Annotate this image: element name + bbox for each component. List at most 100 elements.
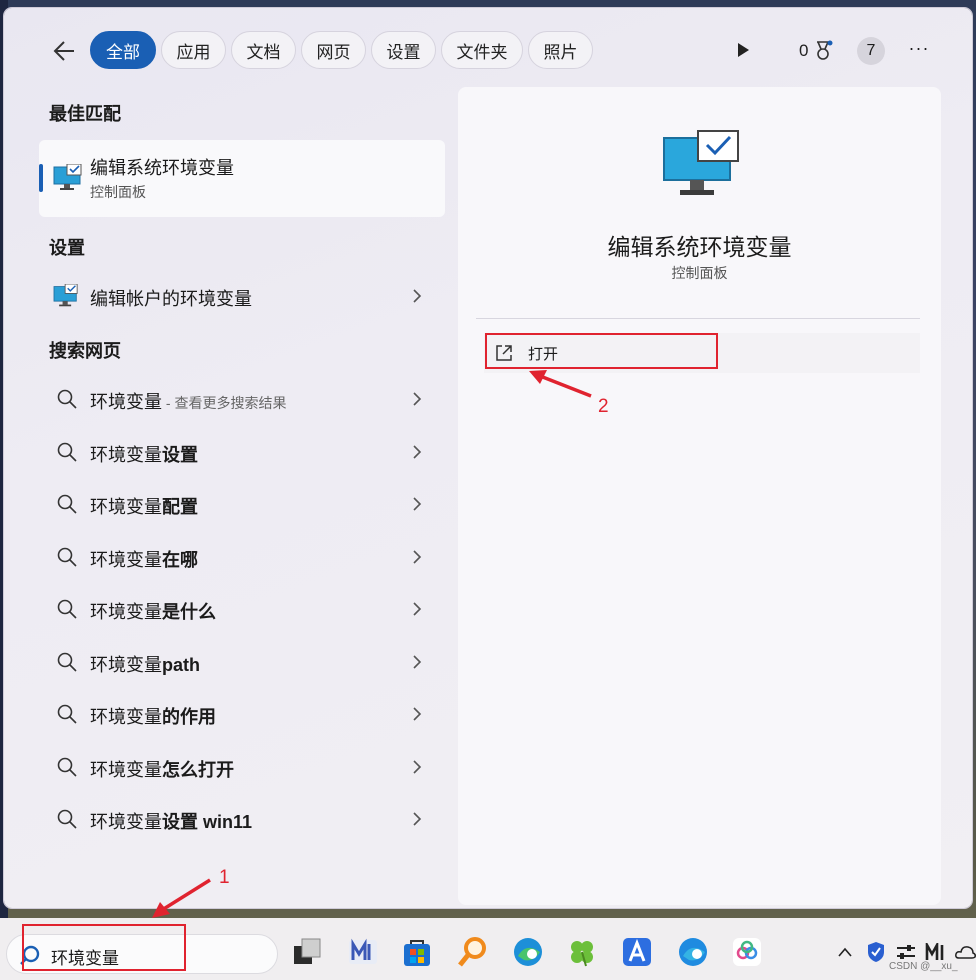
tab-settings[interactable]: 设置	[371, 31, 436, 69]
annotation-label-2: 2	[598, 396, 609, 417]
suggestion-query: 环境变量	[90, 392, 162, 412]
rewards-count: 0	[799, 41, 809, 60]
suggestion-query: 环境变量	[90, 760, 162, 780]
selection-indicator	[39, 164, 43, 192]
chevron-right-icon	[413, 760, 422, 774]
shield-icon[interactable]	[866, 941, 886, 963]
magnifier-app-icon[interactable]	[457, 936, 489, 968]
web-search-suggestion[interactable]: 环境变量设置 win11	[39, 797, 445, 841]
suggestion-completion: path	[162, 655, 200, 675]
start-search-panel: 全部 应用 文档 网页 设置 文件夹 照片 0 7 ··· 最佳匹配 编辑系统环…	[4, 8, 972, 908]
search-icon	[57, 704, 77, 724]
search-icon	[57, 494, 77, 514]
web-search-suggestion[interactable]: 环境变量怎么打开	[39, 745, 445, 789]
suggestion-completion: 配置	[162, 497, 198, 517]
tab-folders[interactable]: 文件夹	[441, 31, 523, 69]
search-icon	[57, 599, 77, 619]
web-search-suggestion-label: 环境变量设置	[90, 441, 198, 467]
search-icon	[57, 809, 77, 829]
settings-heading: 设置	[49, 238, 85, 258]
web-search-suggestion[interactable]: 环境变量的作用	[39, 692, 445, 736]
web-search-suggestion-label: 环境变量path	[90, 651, 200, 677]
suggestion-completion: 是什么	[162, 602, 216, 622]
back-arrow-icon[interactable]	[50, 36, 80, 66]
tab-photos[interactable]: 照片	[528, 31, 593, 69]
suggestion-hint: - 查看更多搜索结果	[162, 395, 287, 411]
web-search-suggestion-label: 环境变量配置	[90, 493, 198, 519]
m-tray-icon[interactable]	[925, 943, 947, 961]
tab-web[interactable]: 网页	[301, 31, 366, 69]
suggestion-completion: 怎么打开	[162, 760, 234, 780]
web-search-suggestion-label: 环境变量在哪	[90, 546, 198, 572]
edge-dev-browser-icon[interactable]	[677, 936, 709, 968]
suggestion-query: 环境变量	[90, 497, 162, 517]
more-options-button[interactable]: ···	[907, 38, 931, 62]
web-search-suggestion[interactable]: 环境变量path	[39, 640, 445, 684]
web-search-suggestion-label: 环境变量是什么	[90, 598, 216, 624]
chevron-up-icon[interactable]	[837, 946, 853, 958]
account-badge[interactable]: 7	[857, 37, 885, 65]
suggestion-completion: 设置 win11	[162, 812, 253, 832]
chevron-right-icon	[413, 289, 422, 303]
best-match-heading: 最佳匹配	[49, 104, 121, 124]
m-app-icon[interactable]	[347, 936, 379, 968]
web-search-suggestion-label: 环境变量的作用	[90, 703, 216, 729]
suggestion-query: 环境变量	[90, 707, 162, 727]
sliders-icon[interactable]	[896, 943, 916, 961]
search-icon	[57, 757, 77, 777]
search-icon	[57, 389, 77, 409]
tab-apps[interactable]: 应用	[161, 31, 226, 69]
chevron-right-icon	[413, 550, 422, 564]
web-search-suggestion-label: 环境变量设置 win11	[90, 808, 252, 834]
chevron-right-icon	[413, 655, 422, 669]
suggestion-completion: 的作用	[162, 707, 216, 727]
best-match-item[interactable]: 编辑系统环境变量 控制面板	[39, 140, 445, 217]
detail-pane: 编辑系统环境变量 控制面板 打开	[458, 87, 941, 905]
edge-browser-icon[interactable]	[512, 936, 544, 968]
onedrive-cloud-icon[interactable]	[955, 944, 976, 960]
rewards-medal-icon	[817, 40, 833, 60]
suggestion-completion: 在哪	[162, 550, 198, 570]
web-search-suggestion-label: 环境变量 - 查看更多搜索结果	[90, 388, 286, 414]
watermark: CSDN @__xu_	[889, 961, 958, 972]
suggestion-query: 环境变量	[90, 550, 162, 570]
suggestion-query: 环境变量	[90, 812, 162, 832]
web-search-suggestion[interactable]: 环境变量 - 查看更多搜索结果	[39, 377, 445, 421]
chevron-right-icon	[413, 497, 422, 511]
chevron-right-icon	[413, 392, 422, 406]
rewards-points[interactable]: 0	[799, 38, 834, 64]
annotation-arrow-2	[529, 370, 592, 398]
search-icon	[57, 652, 77, 672]
tab-all[interactable]: 全部	[90, 31, 156, 69]
search-icon	[57, 547, 77, 567]
a-app-icon[interactable]	[621, 936, 653, 968]
cloud-app-icon[interactable]	[731, 936, 763, 968]
settings-result-item[interactable]: 编辑帐户的环境变量	[39, 274, 445, 318]
suggestion-completion: 设置	[162, 445, 198, 465]
annotation-arrow-1	[152, 878, 211, 918]
web-search-suggestion[interactable]: 环境变量设置	[39, 430, 445, 474]
monitor-check-icon	[53, 284, 78, 307]
chevron-right-icon	[413, 602, 422, 616]
divider	[476, 318, 920, 319]
monitor-check-icon	[53, 164, 82, 190]
web-search-suggestion[interactable]: 环境变量是什么	[39, 587, 445, 631]
play-icon[interactable]	[736, 42, 750, 58]
tab-documents[interactable]: 文档	[231, 31, 296, 69]
annotation-label-1: 1	[219, 867, 230, 888]
task-view-icon[interactable]	[292, 936, 324, 968]
best-match-subtitle: 控制面板	[90, 184, 146, 200]
web-search-suggestion[interactable]: 环境变量在哪	[39, 535, 445, 579]
suggestion-query: 环境变量	[90, 655, 162, 675]
suggestion-query: 环境变量	[90, 602, 162, 622]
clover-app-icon[interactable]	[566, 936, 598, 968]
annotation-box-search	[22, 924, 186, 971]
chevron-right-icon	[413, 445, 422, 459]
detail-title: 编辑系统环境变量	[607, 234, 792, 260]
annotation-box-open	[485, 333, 718, 369]
microsoft-store-icon[interactable]	[401, 936, 433, 968]
search-icon	[57, 442, 77, 462]
best-match-title: 编辑系统环境变量	[90, 158, 234, 178]
web-search-suggestion[interactable]: 环境变量配置	[39, 482, 445, 526]
chevron-right-icon	[413, 812, 422, 826]
